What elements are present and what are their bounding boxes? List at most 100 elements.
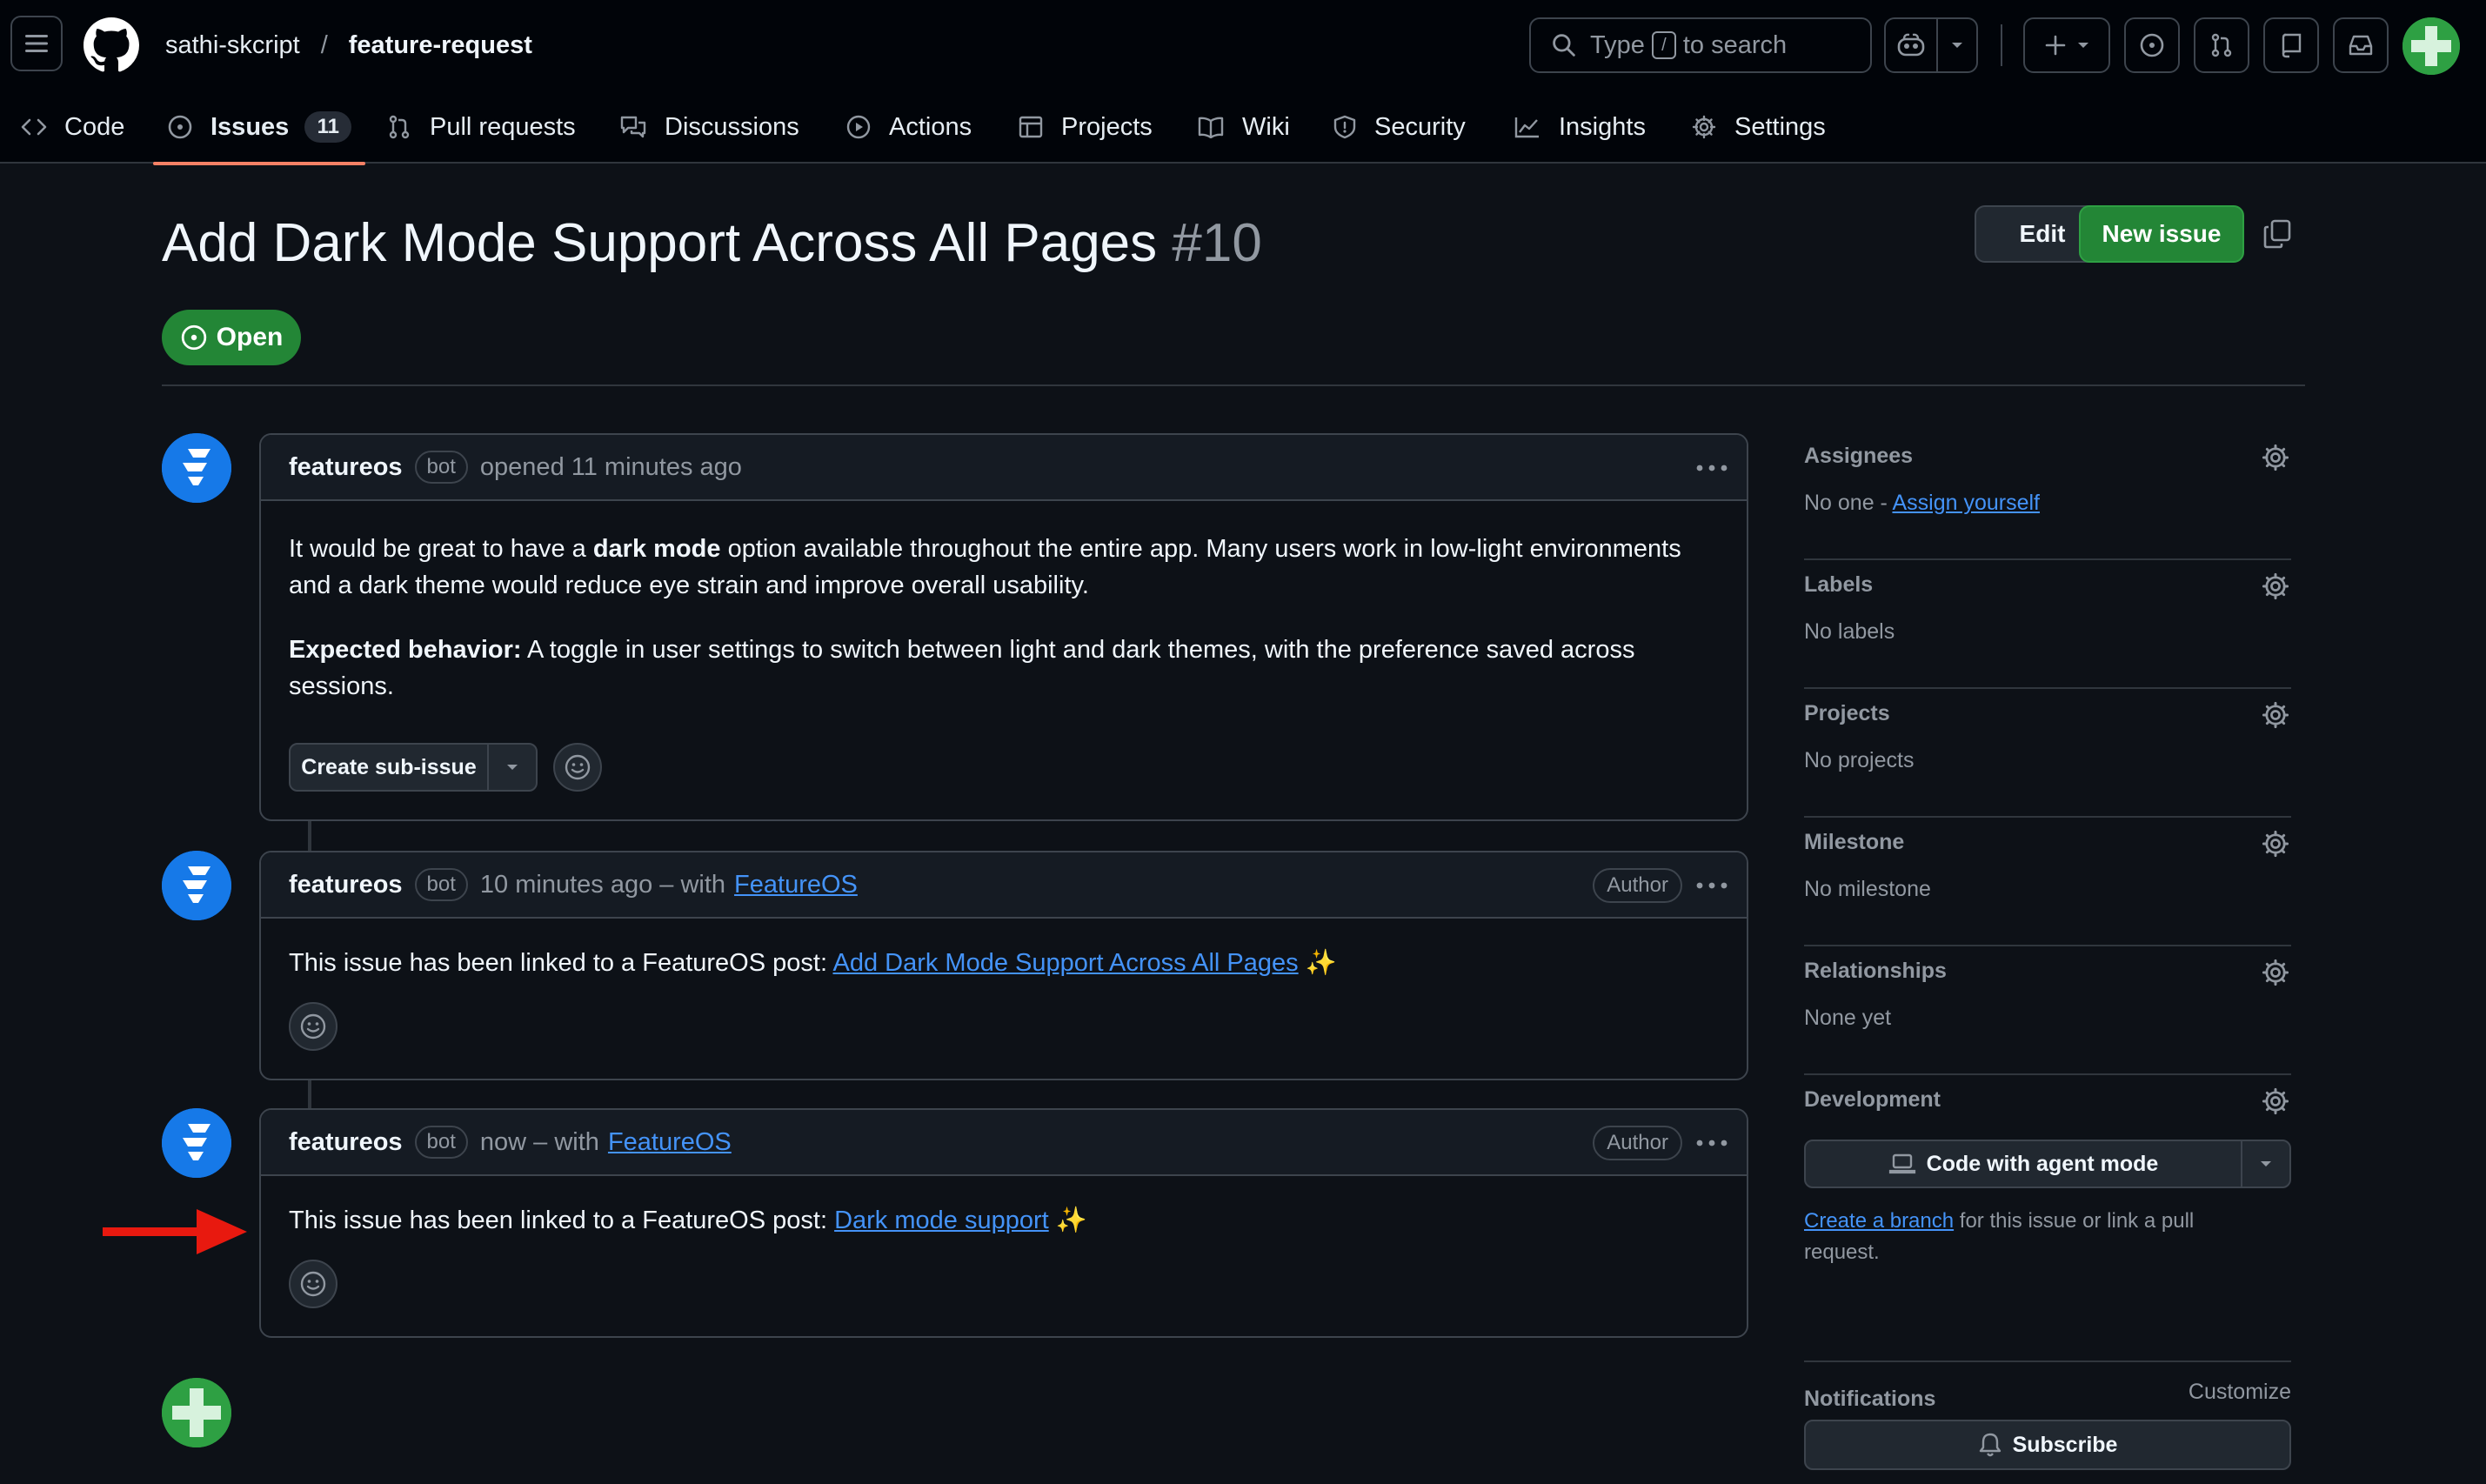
tab-insights[interactable]: Insights — [1514, 90, 1646, 164]
copy-icon[interactable] — [2260, 216, 2295, 252]
user-avatar[interactable] — [2402, 17, 2460, 75]
comment-author[interactable]: featureos — [289, 1128, 403, 1157]
featureos-app-link[interactable]: FeatureOS — [734, 871, 858, 899]
smiley-icon — [299, 1013, 327, 1040]
book-icon — [1197, 116, 1225, 138]
tab-label: Security — [1374, 112, 1466, 141]
milestone-heading[interactable]: Milestone — [1804, 830, 1904, 855]
code-with-agent-label: Code with agent mode — [1926, 1151, 2159, 1176]
relationships-section: Relationships None yet — [1804, 946, 2291, 1075]
gear-icon[interactable] — [2260, 828, 2291, 859]
featureos-avatar[interactable] — [162, 851, 231, 920]
tab-settings[interactable]: Settings — [1691, 90, 1826, 164]
issue-state-label: Open — [216, 323, 284, 351]
repositories-button[interactable] — [2263, 17, 2319, 73]
copilot-dropdown-button[interactable] — [1936, 17, 1978, 73]
assignees-empty-text: No one - — [1804, 491, 1888, 515]
featureos-post-link[interactable]: Add Dark Mode Support Across All Pages — [832, 949, 1298, 977]
bot-badge: bot — [414, 451, 468, 484]
code-with-agent-main[interactable]: Code with agent mode — [1806, 1141, 2242, 1187]
tab-discussions[interactable]: Discussions — [619, 90, 799, 164]
repo-name-link[interactable]: feature-request — [349, 31, 532, 60]
table-icon — [1018, 115, 1044, 139]
labels-heading[interactable]: Labels — [1804, 572, 1873, 598]
issue-title: Add Dark Mode Support Across All Pages #… — [162, 212, 1262, 274]
repo-owner-link[interactable]: sathi-skcript — [165, 31, 300, 60]
tab-actions[interactable]: Actions — [845, 90, 972, 164]
kebab-horizontal-icon[interactable] — [1694, 872, 1729, 899]
comment-meta[interactable]: 10 minutes ago – with — [480, 871, 725, 899]
projects-value: No projects — [1804, 748, 1915, 772]
tab-issues[interactable]: Issues 11 — [152, 90, 366, 165]
menu-button[interactable] — [10, 16, 63, 71]
search-input[interactable]: Type / to search — [1529, 17, 1872, 73]
smiley-icon — [564, 753, 591, 781]
projects-heading[interactable]: Projects — [1804, 701, 1890, 726]
development-heading[interactable]: Development — [1804, 1087, 1941, 1113]
subscribe-label: Subscribe — [2012, 1432, 2118, 1457]
assign-yourself-link[interactable]: Assign yourself — [1892, 491, 2040, 515]
tab-label: Projects — [1061, 112, 1153, 141]
user-avatar[interactable] — [162, 1378, 231, 1447]
add-reaction-button[interactable] — [289, 1260, 337, 1308]
kebab-horizontal-icon[interactable] — [1694, 1129, 1729, 1157]
new-issue-button[interactable]: New issue — [2079, 205, 2244, 263]
tab-security[interactable]: Security — [1333, 90, 1466, 164]
create-new-button[interactable] — [2023, 17, 2110, 73]
comment-meta[interactable]: opened 11 minutes ago — [480, 453, 742, 482]
inbox-icon — [2348, 33, 2374, 57]
bold-text: dark mode — [592, 535, 721, 563]
comment-paragraph: It would be great to have a dark mode op… — [289, 531, 1719, 604]
issues-shortcut-button[interactable] — [2124, 17, 2180, 73]
featureos-avatar[interactable] — [162, 433, 231, 503]
featureos-app-link[interactable]: FeatureOS — [608, 1128, 732, 1157]
code-with-agent-button[interactable]: Code with agent mode — [1804, 1140, 2291, 1188]
tab-code[interactable]: Code — [21, 90, 124, 164]
copilot-button[interactable] — [1884, 17, 1938, 73]
comment-header: featureos bot now – with FeatureOS — [261, 1110, 1747, 1176]
comment-author[interactable]: featureos — [289, 453, 403, 482]
gear-icon[interactable] — [2260, 1086, 2291, 1117]
add-reaction-button[interactable] — [553, 743, 602, 792]
comment-author[interactable]: featureos — [289, 871, 403, 899]
relationships-heading[interactable]: Relationships — [1804, 959, 1947, 984]
tab-label: Discussions — [665, 112, 799, 141]
issue-sidebar: Assignees No one - Assign yourself Label… — [1804, 431, 2291, 1484]
title-divider — [162, 384, 2305, 386]
annotation-arrow-icon — [101, 1206, 249, 1258]
gear-icon[interactable] — [2260, 699, 2291, 731]
create-branch-link[interactable]: Create a branch — [1804, 1209, 1954, 1233]
bold-text: Expected behavior: — [289, 636, 522, 664]
kebab-horizontal-icon[interactable] — [1694, 454, 1729, 482]
tab-projects[interactable]: Projects — [1018, 90, 1153, 164]
comment-discussion-icon — [619, 115, 647, 139]
github-logo-icon[interactable] — [84, 17, 139, 73]
add-reaction-button[interactable] — [289, 1002, 337, 1051]
pull-requests-shortcut-button[interactable] — [2194, 17, 2249, 73]
issue-number: #10 — [1172, 213, 1262, 273]
code-icon — [21, 117, 47, 137]
timeline-connector — [308, 821, 311, 852]
sub-issue-dropdown[interactable] — [489, 745, 536, 790]
gear-icon[interactable] — [2260, 442, 2291, 473]
issue-opened-icon — [2139, 32, 2165, 58]
gear-icon[interactable] — [2260, 571, 2291, 602]
text-run: It would be great to have a — [289, 535, 593, 563]
customize-link[interactable]: Customize — [2189, 1380, 2291, 1405]
subscribe-button[interactable]: Subscribe — [1804, 1420, 2291, 1470]
search-text-after: to search — [1682, 30, 1788, 59]
milestone-value: No milestone — [1804, 877, 1931, 901]
tab-pull-requests[interactable]: Pull requests — [386, 90, 576, 164]
featureos-post-link[interactable]: Dark mode support — [834, 1207, 1049, 1234]
comment-meta[interactable]: now – with — [480, 1128, 599, 1157]
gear-icon[interactable] — [2260, 957, 2291, 988]
agent-dropdown[interactable] — [2242, 1141, 2289, 1187]
tab-wiki[interactable]: Wiki — [1197, 90, 1290, 164]
tab-label: Insights — [1559, 112, 1646, 141]
assignees-heading[interactable]: Assignees — [1804, 444, 1913, 469]
labels-section: Labels No labels — [1804, 560, 2291, 689]
featureos-avatar[interactable] — [162, 1108, 231, 1178]
inbox-button[interactable] — [2333, 17, 2389, 73]
create-sub-issue-button[interactable]: Create sub-issue — [289, 743, 538, 792]
create-sub-issue-label[interactable]: Create sub-issue — [291, 745, 489, 790]
